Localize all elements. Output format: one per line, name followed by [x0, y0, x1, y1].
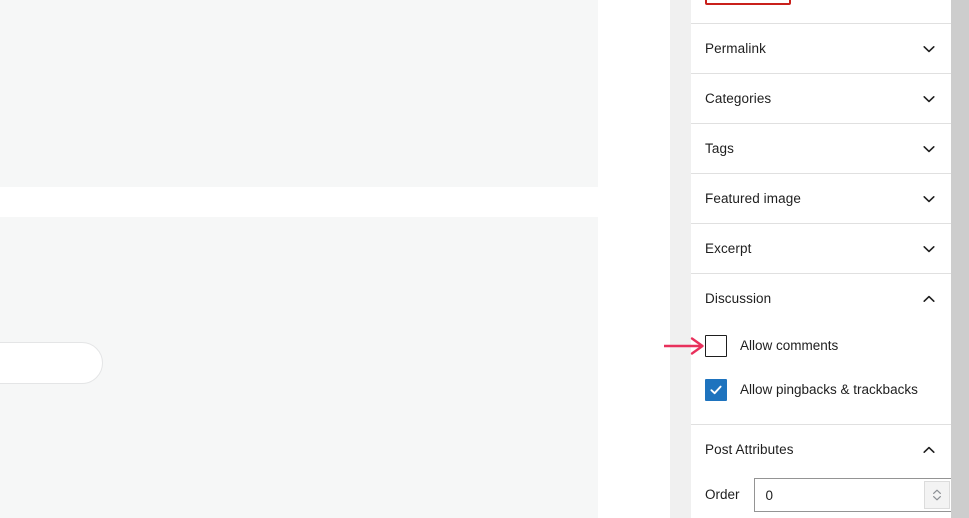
editor-canvas [0, 0, 598, 518]
highlight-annotation-box [705, 0, 791, 5]
sidebar-section-label: Tags [705, 140, 734, 156]
sidebar-section-label: Permalink [705, 40, 766, 56]
sidebar-section-label: Discussion [705, 290, 772, 306]
sidebar-section-permalink[interactable]: Permalink [691, 23, 951, 73]
allow-comments-label: Allow comments [740, 338, 839, 354]
chevron-down-icon[interactable] [921, 191, 937, 207]
order-field-row: Order [705, 478, 953, 512]
sidebar-gutter [670, 0, 691, 518]
post-settings-sidebar: Permalink Categories Tags Featured image [691, 0, 953, 518]
chevron-up-icon[interactable] [921, 442, 937, 458]
spinner-arrows-icon[interactable] [923, 481, 950, 509]
chevron-down-icon[interactable] [921, 141, 937, 157]
discussion-panel-body: Allow comments Allow pingbacks & trackba… [691, 323, 951, 424]
order-label: Order [705, 487, 740, 503]
sidebar-section-categories[interactable]: Categories [691, 73, 951, 123]
canvas-gutter [598, 0, 670, 518]
allow-comments-row[interactable]: Allow comments [705, 335, 838, 357]
allow-pingbacks-checkbox[interactable] [705, 379, 727, 401]
chevron-down-icon[interactable] [921, 41, 937, 57]
sidebar-section-post-attributes[interactable]: Post Attributes [691, 424, 951, 474]
rounded-pill-element[interactable] [0, 342, 103, 384]
chevron-up-icon[interactable] [921, 291, 937, 307]
sidebar-section-excerpt[interactable]: Excerpt [691, 223, 951, 273]
sidebar-section-label: Featured image [705, 190, 801, 206]
allow-pingbacks-label: Allow pingbacks & trackbacks [740, 382, 918, 398]
sidebar-section-label: Post Attributes [705, 441, 794, 457]
order-input-wrapper[interactable] [753, 478, 953, 512]
sidebar-section-label: Categories [705, 90, 772, 106]
post-attributes-panel-body: Order [691, 474, 953, 518]
chevron-down-icon[interactable] [921, 241, 937, 257]
order-input[interactable] [754, 486, 918, 504]
vertical-scrollbar[interactable] [951, 0, 969, 518]
allow-comments-checkbox[interactable] [705, 335, 727, 357]
allow-pingbacks-row[interactable]: Allow pingbacks & trackbacks [705, 379, 918, 401]
screen: Permalink Categories Tags Featured image [0, 0, 969, 518]
sidebar-section-label: Excerpt [705, 240, 752, 256]
content-block-top[interactable] [0, 0, 598, 187]
sidebar-section-discussion[interactable]: Discussion [691, 273, 951, 323]
sidebar-section-tags[interactable]: Tags [691, 123, 951, 173]
sidebar-section-featured-image[interactable]: Featured image [691, 173, 951, 223]
chevron-down-icon[interactable] [921, 91, 937, 107]
